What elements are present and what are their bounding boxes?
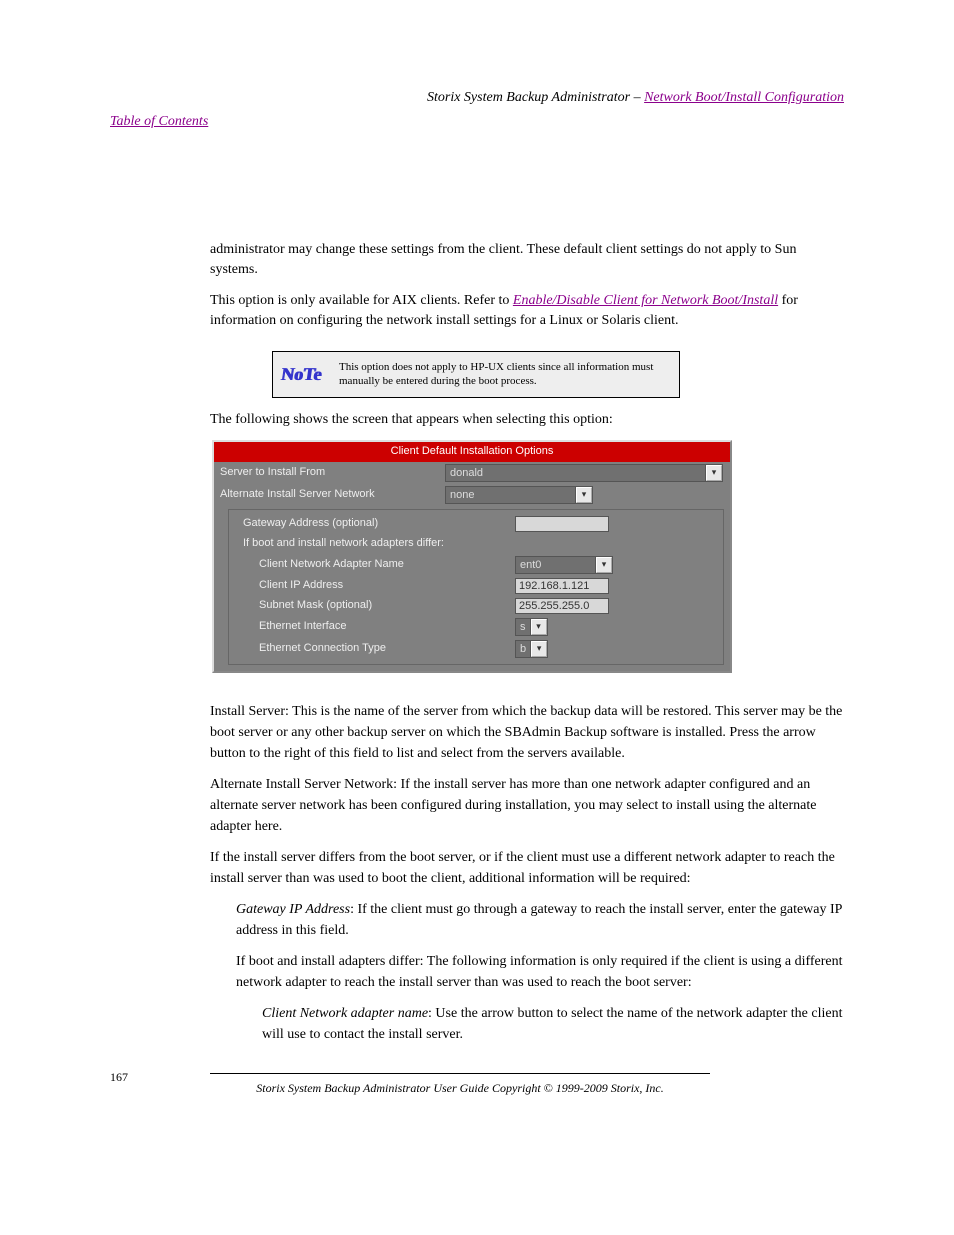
- alt-server-value: none: [446, 487, 576, 503]
- row-gateway: Gateway Address (optional): [229, 514, 723, 534]
- note-icon: NoTe: [273, 352, 329, 397]
- gateway-input[interactable]: [515, 516, 609, 532]
- alt-server-label: Alternate Install Server Network: [220, 487, 445, 503]
- p-install-server: Install Server: This is the name of the …: [210, 701, 844, 764]
- chevron-down-icon[interactable]: ▾: [531, 641, 547, 657]
- chevron-down-icon[interactable]: ▾: [596, 557, 612, 573]
- adapter-name-select[interactable]: ent0 ▾: [515, 556, 613, 574]
- row-eth-if: Ethernet Interface s ▾: [229, 616, 723, 638]
- header-prefix: Storix System Backup Administrator: [427, 90, 630, 105]
- footer-separator: [210, 1073, 710, 1074]
- note-box: NoTe This option does not apply to HP-UX…: [272, 351, 680, 398]
- below-screenshot-text: Install Server: This is the name of the …: [210, 701, 844, 1045]
- chevron-down-icon[interactable]: ▾: [531, 619, 547, 635]
- server-install-label: Server to Install From: [220, 465, 445, 481]
- toc-link[interactable]: Table of Contents: [110, 114, 208, 129]
- pre-screenshot-text: The following shows the screen that appe…: [210, 410, 844, 430]
- adapter-name-value: ent0: [516, 557, 596, 573]
- subnet-input[interactable]: 255.255.255.0: [515, 598, 609, 614]
- p-boot-install-differ: If boot and install adapters differ: The…: [236, 951, 844, 993]
- footer-text: Storix System Backup Administrator User …: [210, 1080, 710, 1097]
- network-subpanel: Gateway Address (optional) If boot and i…: [228, 509, 724, 665]
- page-number: 167: [110, 1070, 128, 1085]
- eth-if-select[interactable]: s ▾: [515, 618, 548, 636]
- p-alt-server: Alternate Install Server Network: If the…: [210, 774, 844, 837]
- row-subnet: Subnet Mask (optional) 255.255.255.0: [229, 596, 723, 616]
- main-content: administrator may change these settings …: [210, 240, 844, 1097]
- p-client-adapter: Client Network adapter name: Use the arr…: [262, 1003, 844, 1045]
- install-options-dialog: Client Default Installation Options Serv…: [212, 440, 732, 673]
- eth-conn-label: Ethernet Connection Type: [235, 641, 515, 657]
- server-install-select[interactable]: donald ▾: [445, 464, 723, 482]
- eth-conn-select[interactable]: b ▾: [515, 640, 548, 658]
- page-header: Storix System Backup Administrator – Net…: [110, 90, 844, 106]
- p-gateway: Gateway IP Address: If the client must g…: [236, 899, 844, 941]
- client-ip-input[interactable]: 192.168.1.121: [515, 578, 609, 594]
- row-server-install: Server to Install From donald ▾: [214, 462, 730, 484]
- chevron-down-icon[interactable]: ▾: [706, 465, 722, 481]
- gateway-label: Gateway Address (optional): [235, 516, 515, 532]
- row-eth-conn: Ethernet Connection Type b ▾: [229, 638, 723, 660]
- adapter-name-label: Client Network Adapter Name: [235, 557, 515, 573]
- row-if-differ: If boot and install network adapters dif…: [229, 534, 723, 554]
- eth-if-value: s: [516, 619, 531, 635]
- chevron-down-icon[interactable]: ▾: [576, 487, 592, 503]
- reference-paragraph: This option is only available for AIX cl…: [210, 291, 844, 332]
- alt-server-select[interactable]: none ▾: [445, 486, 593, 504]
- intro-paragraph: administrator may change these settings …: [210, 240, 844, 281]
- dialog-title: Client Default Installation Options: [214, 442, 730, 462]
- row-alt-server: Alternate Install Server Network none ▾: [214, 484, 730, 506]
- client-ip-label: Client IP Address: [235, 578, 515, 594]
- subnet-label: Subnet Mask (optional): [235, 598, 515, 614]
- eth-if-label: Ethernet Interface: [235, 619, 515, 635]
- server-install-value: donald: [446, 465, 706, 481]
- enable-disable-link[interactable]: Enable/Disable Client for Network Boot/I…: [513, 293, 778, 308]
- p-if-differs: If the install server differs from the b…: [210, 847, 844, 889]
- row-client-ip: Client IP Address 192.168.1.121: [229, 576, 723, 596]
- row-adapter-name: Client Network Adapter Name ent0 ▾: [229, 554, 723, 576]
- eth-conn-value: b: [516, 641, 531, 657]
- header-section-link[interactable]: Network Boot/Install Configuration: [644, 90, 844, 105]
- if-differ-text: If boot and install network adapters dif…: [235, 536, 717, 552]
- note-text: This option does not apply to HP-UX clie…: [329, 352, 679, 397]
